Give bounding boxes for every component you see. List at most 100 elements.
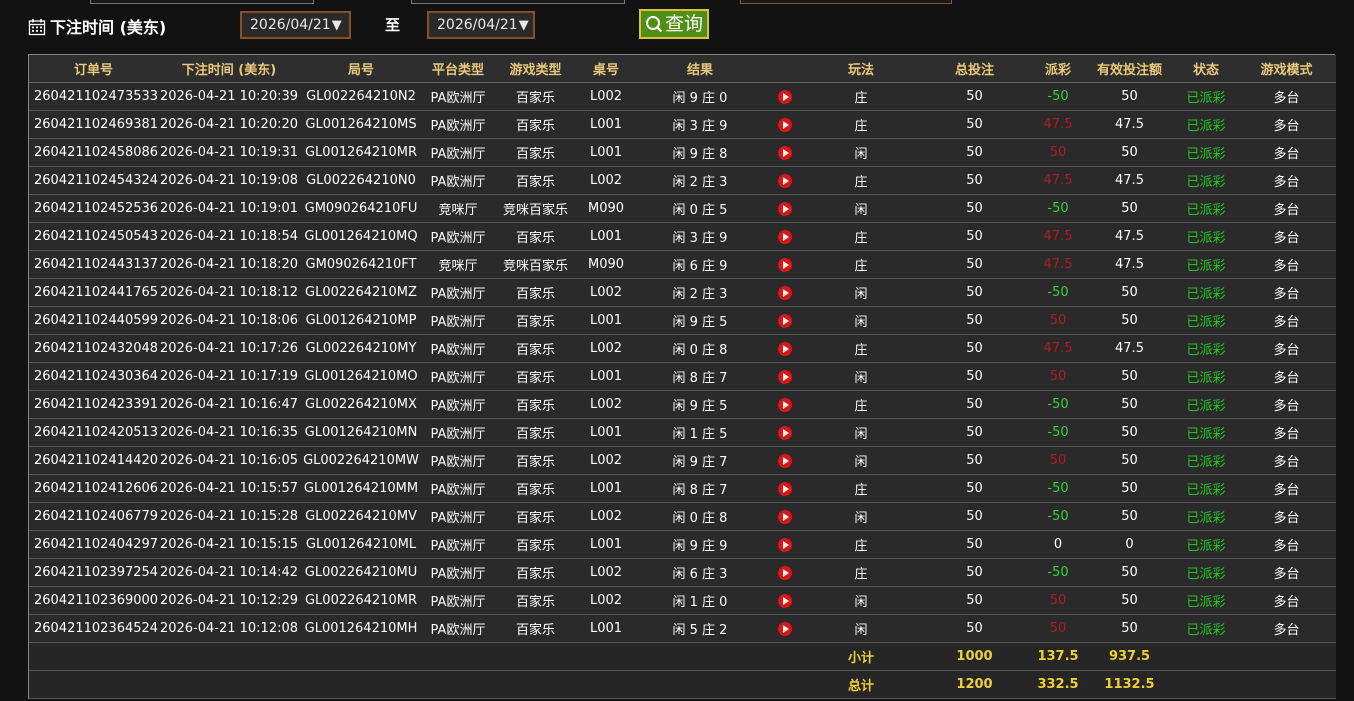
play-video-icon[interactable]: [778, 257, 792, 272]
cell-total-bet: 50: [917, 558, 1032, 587]
play-video-icon[interactable]: [778, 453, 792, 468]
date-filter-bar: 下注时间 (美东) 2026/04/21▼ 至 2026/04/21▼ 查询: [28, 8, 1328, 44]
cell-total-bet: 50: [917, 530, 1032, 559]
cell-round-no: GL002264210MZ: [300, 278, 422, 307]
cell-status: 已派彩: [1175, 558, 1237, 587]
cell-game-type: 百家乐: [494, 502, 577, 531]
cell-total-bet: 50: [917, 278, 1032, 307]
cell-platform: PA欧洲厅: [422, 502, 494, 531]
play-video-icon[interactable]: [778, 89, 792, 104]
cell-order-no: 260421102397254: [29, 558, 158, 587]
cell-payout: 50: [1032, 586, 1084, 615]
play-video-icon[interactable]: [778, 285, 792, 300]
cell-round-no: GL001264210MP: [300, 306, 422, 335]
cell-table-no: L001: [577, 362, 635, 391]
play-video-icon[interactable]: [778, 537, 792, 552]
play-video-icon[interactable]: [778, 117, 792, 132]
play-video-icon[interactable]: [778, 397, 792, 412]
cell-platform: PA欧洲厅: [422, 138, 494, 167]
cell-valid-bet: 47.5: [1084, 334, 1175, 363]
start-date-select[interactable]: 2026/04/21▼: [240, 11, 351, 39]
play-video-icon[interactable]: [778, 593, 792, 608]
cell-total-bet: 50: [917, 194, 1032, 223]
total-bet: 1200: [917, 670, 1032, 699]
partial-input-1: [90, 0, 314, 4]
cell-round-no: GL002264210MY: [300, 334, 422, 363]
cell-play: 庄: [805, 474, 917, 503]
cell-game-type: 百家乐: [494, 222, 577, 251]
play-video-icon[interactable]: [778, 509, 792, 524]
cell-order-no: 260421102423391: [29, 390, 158, 419]
header-platform: 平台类型: [422, 55, 494, 83]
play-video-icon[interactable]: [778, 313, 792, 328]
cell-play: 庄: [805, 110, 917, 139]
table-row: 260421102420513 2026-04-21 10:16:35 GL0012…: [29, 418, 1336, 447]
cell-game-type: 百家乐: [494, 278, 577, 307]
table-row: 260421102412606 2026-04-21 10:15:57 GL0012…: [29, 474, 1336, 503]
cell-bet-time: 2026-04-21 10:15:57: [158, 474, 300, 503]
to-label: 至: [385, 16, 401, 34]
subtotal-spacer: [29, 642, 805, 671]
table-row: 260421102432048 2026-04-21 10:17:26 GL0022…: [29, 334, 1336, 363]
cell-payout: -50: [1032, 474, 1084, 503]
cell-status: 已派彩: [1175, 222, 1237, 251]
cell-payout: 0: [1032, 530, 1084, 559]
cell-bet-time: 2026-04-21 10:17:26: [158, 334, 300, 363]
cell-game-type: 百家乐: [494, 110, 577, 139]
cell-valid-bet: 50: [1084, 418, 1175, 447]
header-result: 结果: [635, 55, 765, 83]
cell-round-no: GM090264210FU: [300, 194, 422, 223]
cell-result: 闲 9 庄 5: [635, 306, 765, 335]
cell-total-bet: 50: [917, 446, 1032, 475]
cell-payout: -50: [1032, 502, 1084, 531]
cell-payout: 50: [1032, 138, 1084, 167]
cell-round-no: GL002264210N2: [300, 82, 422, 111]
end-date-select[interactable]: 2026/04/21▼: [427, 11, 535, 39]
cell-platform: PA欧洲厅: [422, 530, 494, 559]
cell-play: 庄: [805, 390, 917, 419]
cell-game-mode: 多台: [1237, 82, 1336, 111]
play-video-icon[interactable]: [778, 481, 792, 496]
play-video-icon[interactable]: [778, 229, 792, 244]
cell-play: 闲: [805, 614, 917, 643]
play-video-icon[interactable]: [778, 369, 792, 384]
cell-order-no: 260421102404297: [29, 530, 158, 559]
cell-table-no: L001: [577, 306, 635, 335]
cell-status: 已派彩: [1175, 474, 1237, 503]
cell-game-mode: 多台: [1237, 362, 1336, 391]
cell-valid-bet: 50: [1084, 586, 1175, 615]
table-row: 260421102406779 2026-04-21 10:15:28 GL0022…: [29, 502, 1336, 531]
play-video-icon[interactable]: [778, 621, 792, 636]
header-video: [765, 55, 805, 83]
play-video-icon[interactable]: [778, 565, 792, 580]
cell-game-mode: 多台: [1237, 166, 1336, 195]
cell-table-no: L001: [577, 474, 635, 503]
cell-play: 闲: [805, 502, 917, 531]
cell-bet-time: 2026-04-21 10:18:54: [158, 222, 300, 251]
cell-order-no: 260421102412606: [29, 474, 158, 503]
cell-status: 已派彩: [1175, 110, 1237, 139]
play-video-icon[interactable]: [778, 425, 792, 440]
bet-records-table: 订单号 下注时间 (美东) 局号 平台类型 游戏类型 桌号 结果 玩法 总投注 …: [28, 54, 1336, 699]
cell-platform: PA欧洲厅: [422, 446, 494, 475]
query-button[interactable]: 查询: [639, 9, 709, 39]
cell-bet-time: 2026-04-21 10:16:05: [158, 446, 300, 475]
cell-game-type: 百家乐: [494, 138, 577, 167]
play-video-icon[interactable]: [778, 201, 792, 216]
cell-valid-bet: 0: [1084, 530, 1175, 559]
play-video-icon[interactable]: [778, 173, 792, 188]
play-video-icon[interactable]: [778, 145, 792, 160]
cell-result: 闲 1 庄 5: [635, 418, 765, 447]
table-header-row: 订单号 下注时间 (美东) 局号 平台类型 游戏类型 桌号 结果 玩法 总投注 …: [29, 55, 1336, 83]
cell-game-mode: 多台: [1237, 418, 1336, 447]
cell-game-type: 百家乐: [494, 390, 577, 419]
cell-platform: PA欧洲厅: [422, 418, 494, 447]
cell-result: 闲 8 庄 7: [635, 474, 765, 503]
cell-round-no: GL001264210MM: [300, 474, 422, 503]
cell-bet-time: 2026-04-21 10:17:19: [158, 362, 300, 391]
cell-video: [765, 418, 805, 447]
play-video-icon[interactable]: [778, 341, 792, 356]
cell-table-no: M090: [577, 250, 635, 279]
cell-payout: 47.5: [1032, 250, 1084, 279]
cell-table-no: L001: [577, 614, 635, 643]
